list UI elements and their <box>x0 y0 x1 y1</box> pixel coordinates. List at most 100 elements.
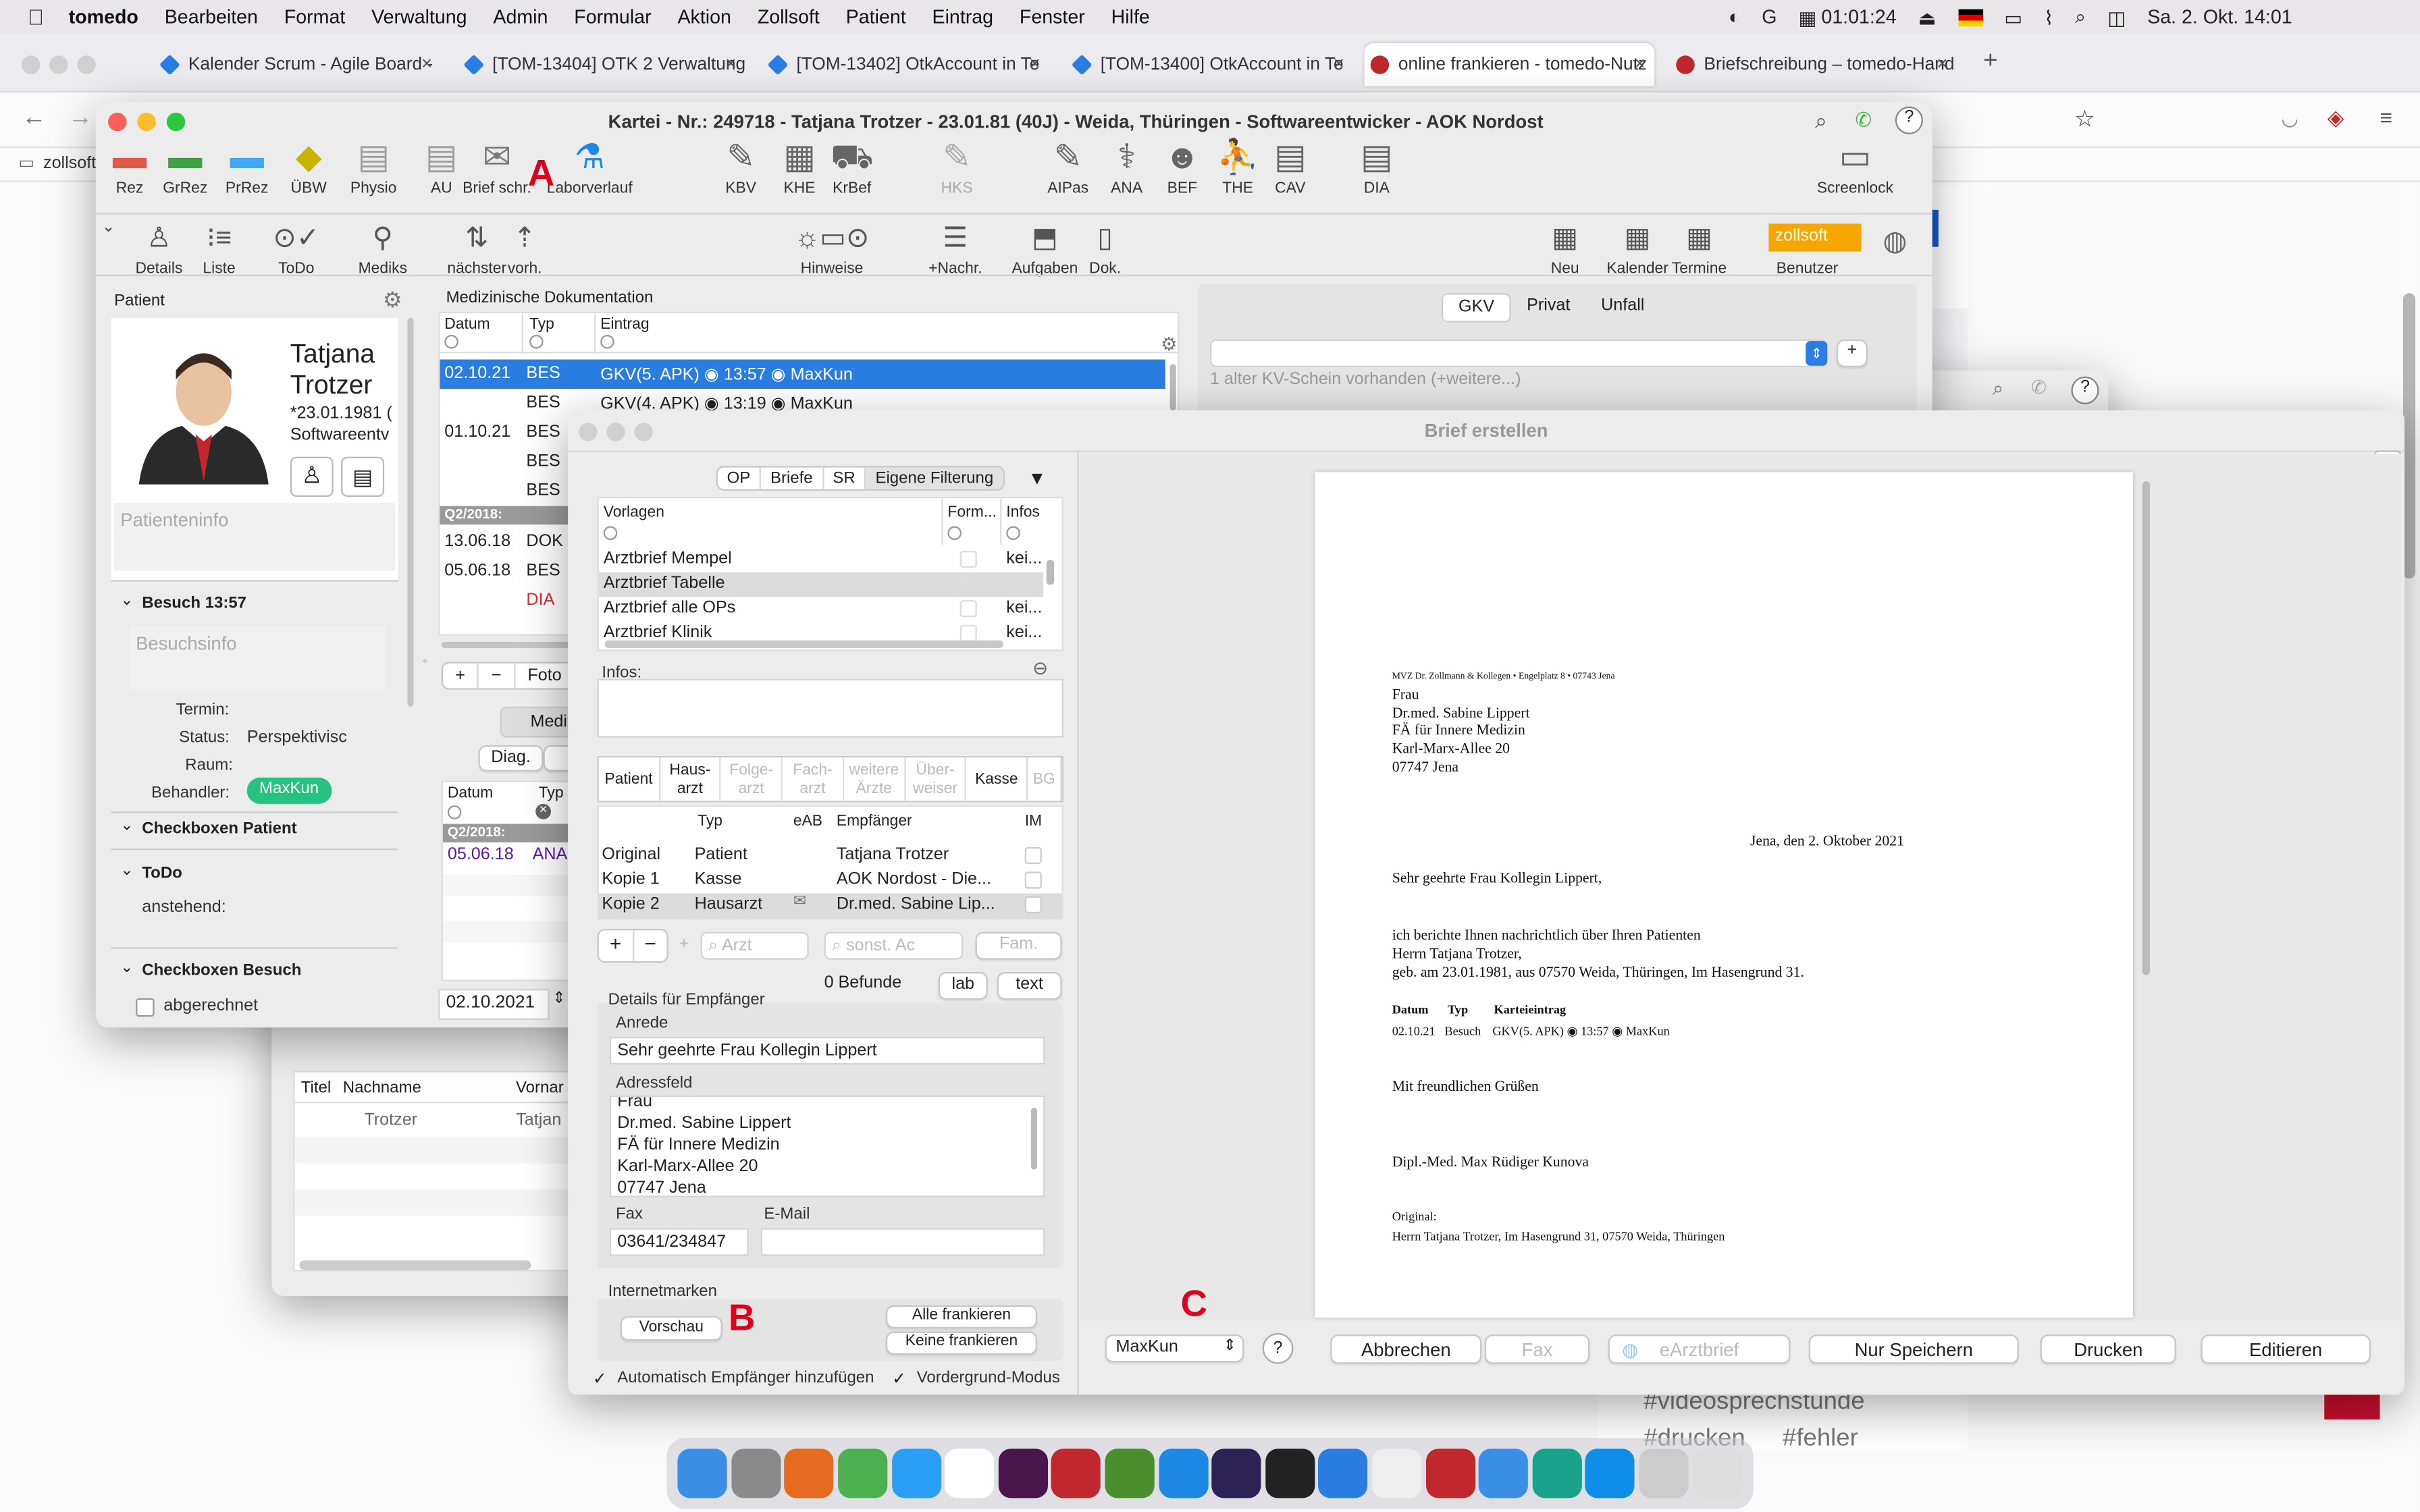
visit-chevron-icon[interactable]: ⌄ <box>120 593 133 610</box>
tab-privat[interactable]: Privat <box>1511 293 1585 322</box>
lab-button[interactable]: lab <box>938 971 988 1000</box>
email-field[interactable] <box>760 1228 1045 1256</box>
med-col-datum[interactable]: Datum <box>448 785 493 802</box>
todo-header[interactable]: ToDo <box>142 864 182 882</box>
finder-icon[interactable] <box>678 1449 728 1498</box>
recipient-im-checkbox[interactable] <box>1024 871 1042 889</box>
remove-entry-button[interactable]: − <box>479 663 516 688</box>
browser-tab-4[interactable]: [TOM-13400] OtkAccount in Te × <box>1066 43 1353 86</box>
col-titel[interactable]: Titel <box>295 1078 337 1096</box>
toolbar-neu-button[interactable]: ▦ Neu <box>1534 219 1596 277</box>
arzt-search[interactable]: ⌕ Arzt <box>700 932 809 960</box>
toolbar-liste-button[interactable]: ⁝≡ Liste <box>188 219 250 277</box>
collapse-chevron-icon[interactable]: ⌄ <box>102 219 115 236</box>
toolbar-laborverlauf-button[interactable]: ⚗ Laborverlauf <box>546 138 633 198</box>
browser-tab-3[interactable]: [TOM-13402] OtkAccount in Te × <box>762 43 1049 86</box>
vordergrund-checkbox[interactable]: ✓ <box>892 1368 906 1388</box>
recipient-tab-bg[interactable]: BG <box>1028 757 1062 801</box>
tab-close-icon[interactable]: × <box>1030 53 1041 74</box>
diag-button[interactable]: Diag. <box>478 745 544 772</box>
filter-eigene[interactable]: Eigene Filterung <box>866 467 1003 489</box>
tomedo-red-icon[interactable] <box>1425 1449 1475 1498</box>
tab-close-icon[interactable]: × <box>1937 53 1948 74</box>
filter-sr[interactable]: SR <box>824 467 866 489</box>
earztbrief-button[interactable]: ◍ eArztbrief <box>1608 1334 1791 1364</box>
drucken-button[interactable]: Drucken <box>2040 1334 2176 1364</box>
recipient-tab-folge-arzt[interactable]: Folge- arzt <box>721 757 783 801</box>
phone-icon[interactable]: ✆ <box>2031 377 2047 398</box>
abgerechnet-checkbox[interactable] <box>136 998 155 1017</box>
col-eintrag[interactable]: Eintrag <box>600 317 649 333</box>
pocket-icon[interactable]: ◡ <box>2281 107 2298 132</box>
web-scrollbar[interactable] <box>2402 293 2416 579</box>
col-vorname[interactable]: Vornar <box>510 1078 570 1096</box>
recipient-row[interactable]: Kopie 2 Hausarzt ✉ Dr.med. Sabine Lip... <box>598 893 1062 918</box>
toolbar-bef-button[interactable]: ☻ BEF <box>1155 138 1210 198</box>
adressfeld[interactable]: Frau Dr.med. Sabine Lippert FÄ für Innere … <box>609 1095 1045 1197</box>
alle-frankieren-button[interactable]: Alle frankieren <box>885 1305 1037 1328</box>
col-infos[interactable]: Infos <box>1006 504 1040 521</box>
med-row[interactable]: 05.06.18 ANA <box>443 844 582 869</box>
battery-icon[interactable]: ▭ <box>2004 5 2022 28</box>
toolbar--nachr--button[interactable]: ☰ +Nachr. <box>917 219 994 277</box>
vorlage-row[interactable]: Arztbrief Mempel kei... <box>599 547 1043 572</box>
toolbar--bw-button[interactable]: ◆ ÜBW <box>281 138 336 198</box>
toolbar-prrez-button[interactable]: ▬ PrRez <box>219 138 275 198</box>
date-stepper-icon[interactable]: ⇕ <box>552 990 565 1007</box>
tomedo-icon[interactable] <box>1051 1449 1101 1498</box>
recipient-im-checkbox[interactable] <box>1024 846 1042 864</box>
visit-header[interactable]: Besuch 13:57 <box>142 594 246 612</box>
keine-frankieren-button[interactable]: Keine frankieren <box>885 1331 1037 1355</box>
doku-scrollbar[interactable] <box>1169 364 1176 410</box>
back-icon[interactable]: ← <box>22 105 47 132</box>
spotlight-icon[interactable]: ⌕ <box>2075 5 2086 28</box>
date-field[interactable]: 02.10.2021 <box>438 989 550 1020</box>
recipient-row[interactable]: Kopie 1 Kasse AOK Nordost - Die... <box>599 869 1062 894</box>
infos-field[interactable] <box>597 678 1063 738</box>
calendar-icon[interactable] <box>945 1449 995 1498</box>
filter-briefe[interactable]: Briefe <box>761 467 824 489</box>
cb-patient-header[interactable]: Checkboxen Patient <box>142 819 296 838</box>
vorlage-form-checkbox[interactable] <box>959 550 977 568</box>
toolbar-kbv-button[interactable]: ✎ KBV <box>713 138 768 198</box>
toolbar-termine-button[interactable]: ▦ Termine <box>1660 219 1737 277</box>
toolbar-details-button[interactable]: ♙ Details <box>120 219 197 277</box>
toolbar-krbef-button[interactable]: ⛟ KrBef <box>824 138 880 198</box>
patienteninfo-field[interactable]: Patienteninfo <box>114 503 396 571</box>
cb-besuch-chevron-icon[interactable]: ⌄ <box>120 960 133 977</box>
trash-icon[interactable] <box>1692 1449 1742 1498</box>
kv-schein-select[interactable] <box>1209 339 1828 367</box>
remove-recipient-button[interactable]: − <box>633 930 666 961</box>
tab-unfall[interactable]: Unfall <box>1585 293 1660 322</box>
firefox-icon[interactable] <box>785 1449 835 1498</box>
menu-admin[interactable]: Admin <box>493 6 548 28</box>
tab-gkv[interactable]: GKV <box>1441 293 1512 323</box>
envelope-icon[interactable]: ✉ <box>793 893 806 910</box>
nur-speichern-button[interactable]: Nur Speichern <box>1808 1334 2019 1364</box>
xcode-icon[interactable] <box>1318 1449 1369 1498</box>
browser-menu-icon[interactable]: ≡ <box>2380 105 2393 130</box>
gear-icon[interactable]: ⚙ <box>383 287 402 313</box>
todo-chevron-icon[interactable]: ⌄ <box>120 863 133 880</box>
status-value[interactable]: Perspektivisc <box>247 728 347 747</box>
bookmark-zollsoft[interactable]: zollsoft <box>43 155 96 173</box>
control-center-icon[interactable]: ◫ <box>2107 5 2126 28</box>
toolbar-dia-button[interactable]: ▤ DIA <box>1349 138 1404 198</box>
timer-text[interactable]: 01:01:24 <box>1821 6 1896 28</box>
fax-field[interactable]: 03641/234847 <box>609 1228 749 1256</box>
timer-icon[interactable]: ▦ <box>1799 5 1817 28</box>
extension-icon[interactable]: ◈ <box>2327 105 2344 131</box>
safari-icon[interactable] <box>891 1449 941 1498</box>
toolbar-khe-button[interactable]: ▦ KHE <box>772 138 827 198</box>
toolbar-the-button[interactable]: ⛹ THE <box>1210 138 1265 198</box>
apple-icon[interactable]:  <box>28 5 44 30</box>
tab-close-icon[interactable]: × <box>725 53 736 74</box>
fax-button[interactable]: Fax <box>1484 1334 1590 1364</box>
preview-scrollbar[interactable] <box>2142 481 2150 975</box>
besuchsinfo-field[interactable]: Besuchsinfo <box>129 626 386 691</box>
toolbar-ana-button[interactable]: ⚕ ANA <box>1099 138 1154 198</box>
slack-icon[interactable] <box>998 1449 1048 1498</box>
filter-funnel-icon[interactable]: ▼ <box>1028 468 1046 489</box>
recipient-tab-haus-arzt[interactable]: Haus- arzt <box>660 757 722 801</box>
browser-tab-6[interactable]: Briefschreibung – tomedo-Hand × <box>1670 43 1957 86</box>
